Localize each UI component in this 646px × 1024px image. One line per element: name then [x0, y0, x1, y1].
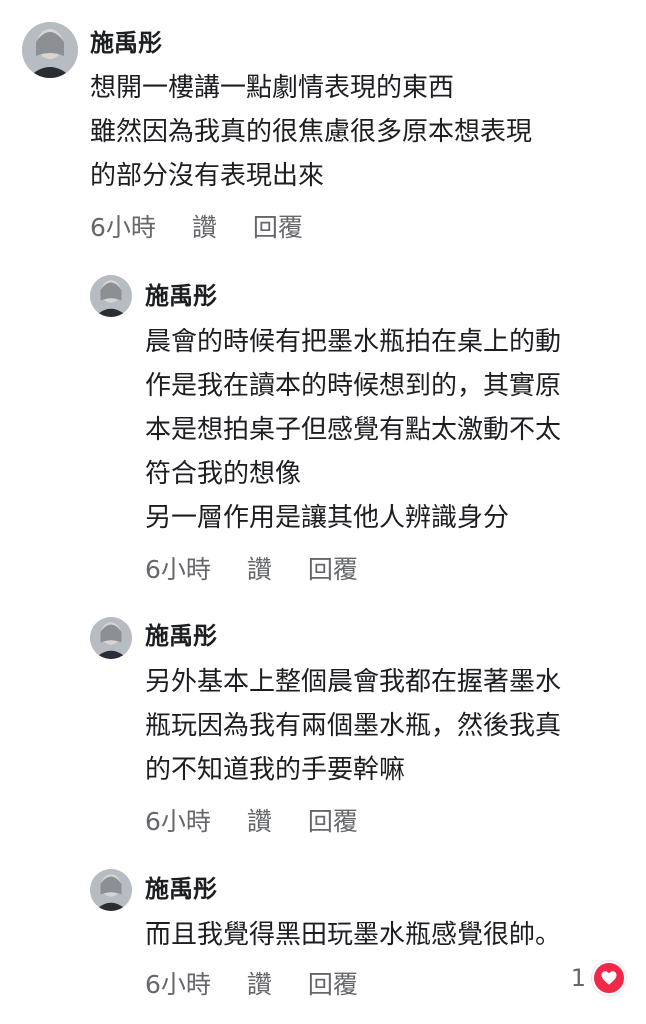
- reply-button[interactable]: 回覆: [308, 807, 358, 837]
- comment-time: 6小時: [145, 555, 211, 584]
- comment-time: 6小時: [90, 213, 156, 242]
- like-button[interactable]: 讚: [192, 213, 217, 243]
- comment-actions: 6小時 讚 回覆: [145, 807, 358, 837]
- avatar-image: [22, 22, 78, 78]
- comment-actions: 6小時 讚 回覆: [90, 213, 303, 243]
- comment-time: 6小時: [145, 807, 211, 836]
- comment-author[interactable]: 施禹彤: [90, 28, 162, 58]
- comment-author[interactable]: 施禹彤: [145, 281, 217, 311]
- comment-actions: 6小時 讚 回覆: [145, 555, 358, 585]
- like-button[interactable]: 讚: [247, 807, 272, 837]
- reply-button[interactable]: 回覆: [253, 213, 303, 243]
- avatar[interactable]: [22, 22, 78, 78]
- comment-author[interactable]: 施禹彤: [145, 874, 217, 904]
- reaction-count: 1: [570, 964, 586, 992]
- avatar[interactable]: [90, 869, 132, 911]
- avatar-image: [90, 617, 132, 659]
- like-button[interactable]: 讚: [247, 970, 272, 1000]
- avatar[interactable]: [90, 617, 132, 659]
- heart-icon: [592, 961, 626, 995]
- reply-comment: 施禹彤 而且我覺得黑田玩墨水瓶感覺很帥。 6小時 讚 回覆: [0, 855, 646, 1024]
- reaction-summary[interactable]: 1: [570, 961, 626, 995]
- comment: 施禹彤 想開一樓講一點劇情表現的東西 雖然因為我真的很焦慮很多原本想表現 的部分…: [0, 0, 646, 260]
- reply-button[interactable]: 回覆: [308, 970, 358, 1000]
- reply-comment: 施禹彤 另外基本上整個晨會我都在握著墨水 瓶玩因為我有兩個墨水瓶，然後我真 的不…: [0, 600, 646, 855]
- comment-text: 另外基本上整個晨會我都在握著墨水 瓶玩因為我有兩個墨水瓶，然後我真 的不知道我的…: [145, 667, 562, 785]
- reply-button[interactable]: 回覆: [308, 555, 358, 585]
- comment-actions: 6小時 讚 回覆: [145, 970, 358, 1000]
- reply-comment: 施禹彤 晨會的時候有把墨水瓶拍在桌上的動 作是我在讀本的時候想到的，其實原 本是…: [0, 260, 646, 600]
- avatar-image: [90, 869, 132, 911]
- comment-text: 而且我覺得黑田玩墨水瓶感覺很帥。: [145, 920, 562, 950]
- avatar[interactable]: [90, 275, 132, 317]
- like-button[interactable]: 讚: [247, 555, 272, 585]
- comment-author[interactable]: 施禹彤: [145, 621, 217, 651]
- comment-text: 想開一樓講一點劇情表現的東西 雖然因為我真的很焦慮很多原本想表現 的部分沒有表現…: [90, 73, 533, 191]
- comment-text: 晨會的時候有把墨水瓶拍在桌上的動 作是我在讀本的時候想到的，其實原 本是想拍桌子…: [145, 327, 562, 533]
- comment-time: 6小時: [145, 970, 211, 999]
- avatar-image: [90, 275, 132, 317]
